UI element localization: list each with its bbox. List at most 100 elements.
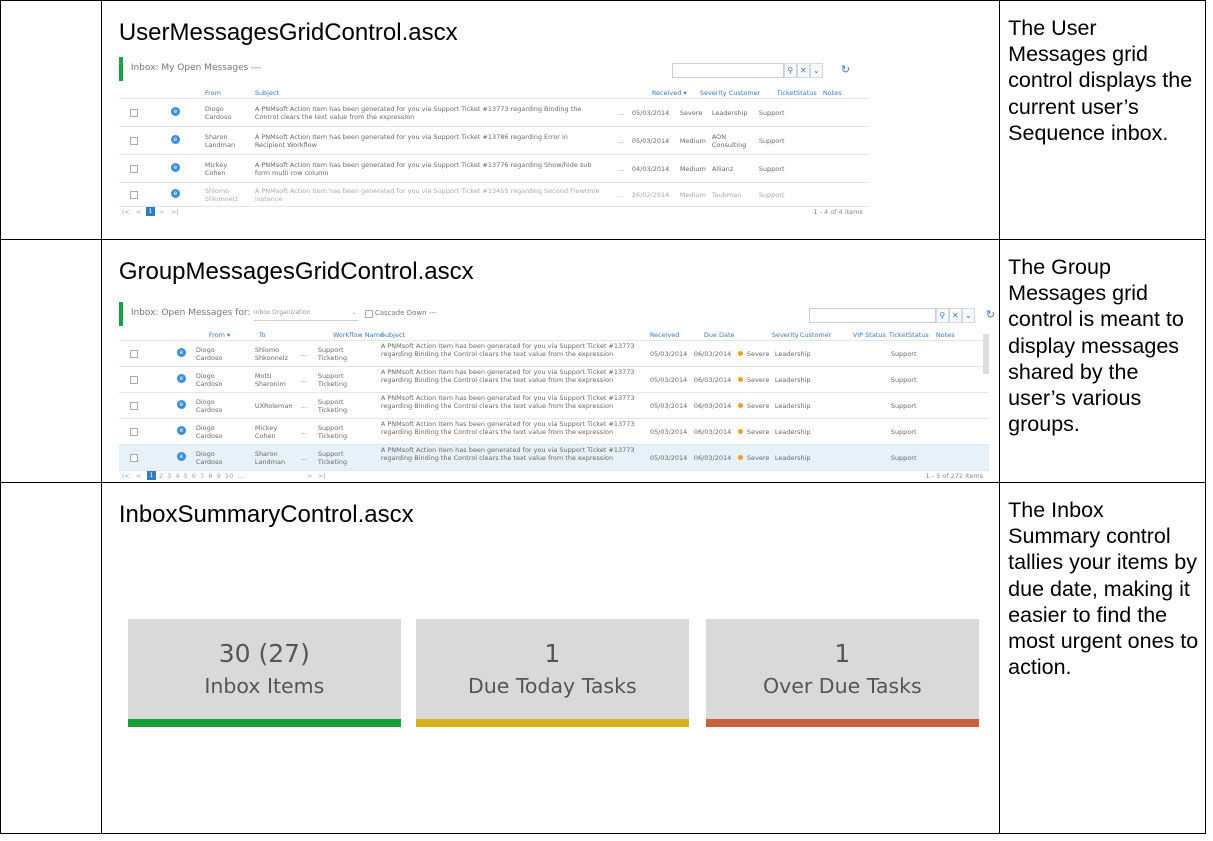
col-notes[interactable]: Notes	[936, 331, 955, 339]
tile-label: Over Due Tasks	[762, 674, 922, 698]
search-icon[interactable]: ⚲	[935, 308, 949, 323]
control-title-group-messages: GroupMessagesGridControl.ascx	[118, 258, 474, 285]
due-indicator-icon	[737, 455, 743, 460]
next-page-icon[interactable]: >	[307, 472, 312, 480]
message-icon: e	[176, 400, 186, 409]
group-messages-grid-screenshot: Inbox: Open Messages for: Inbox Organiza…	[118, 302, 995, 471]
message-icon: e	[170, 107, 180, 116]
row-checkbox[interactable]	[129, 165, 138, 173]
tile-value: 1	[834, 639, 851, 668]
cascade-checkbox[interactable]	[364, 310, 373, 318]
organization-select[interactable]: Inbox Organization ⌄	[253, 309, 359, 321]
col-customer[interactable]: Customer	[729, 89, 761, 97]
pager: |< < 1 > >| 1 - 4 of 4 items	[118, 206, 869, 216]
row-description: The User Messages grid control displays …	[1008, 16, 1193, 145]
pager-count: 1 - 5 of 272 items	[925, 472, 984, 480]
page-1[interactable]: 1	[145, 207, 155, 216]
col-ticket-status[interactable]: TicketStatus	[777, 89, 817, 97]
tile-accent-bar	[705, 719, 979, 727]
message-icon: e	[170, 189, 180, 198]
search-input[interactable]	[671, 63, 784, 78]
table-row-selected[interactable]: e Diogo Cardoso Sharon Landman ... Suppo…	[118, 444, 989, 471]
summary-tile-over-due[interactable]: 1 Over Due Tasks	[705, 619, 979, 727]
col-to[interactable]: To	[259, 331, 266, 339]
control-title-inbox-summary: InboxSummaryControl.ascx	[118, 501, 414, 528]
table-row[interactable]: e Mickey Cohen A PNMsoft Action Item has…	[118, 154, 869, 183]
message-icon: e	[170, 163, 180, 172]
last-page-icon[interactable]: >|	[171, 208, 179, 216]
col-notes[interactable]: Notes	[823, 89, 842, 97]
col-from[interactable]: From	[205, 89, 221, 97]
message-icon: e	[170, 135, 180, 144]
pager: |< < 1 2 3 4 5 6 7 8 9 10 ... > >| 1 - 5…	[118, 470, 990, 481]
clear-icon[interactable]: ✕	[796, 63, 810, 78]
first-page-icon[interactable]: |<	[122, 208, 130, 216]
tile-label: Due Today Tasks	[467, 674, 637, 698]
refresh-icon[interactable]: ↻	[841, 63, 850, 76]
col-customer[interactable]: Customer	[800, 331, 832, 339]
prev-page-icon[interactable]: <	[136, 208, 141, 216]
tile-label: Inbox Items	[204, 674, 325, 698]
row-checkbox[interactable]	[129, 109, 138, 117]
table-row[interactable]: e Diogo Cardoso Motti Sharonim ... Suppo…	[118, 366, 989, 393]
col-received[interactable]: Received	[650, 331, 680, 339]
table-row[interactable]: e Shlomo Shkonnelz A PNMsoft Action Item…	[118, 182, 869, 207]
next-page-icon[interactable]: >	[159, 208, 164, 216]
chevron-down-icon[interactable]: ⌄	[809, 63, 823, 78]
col-workflow[interactable]: Workflow Name	[333, 331, 384, 339]
chevron-down-icon: ⌄	[351, 309, 357, 316]
grid-header: Inbox: Open Messages for:	[130, 308, 251, 318]
table-row[interactable]: e Diogo Cardoso Shlomo Shkonnelz ... Sup…	[118, 340, 989, 367]
scrollbar[interactable]	[982, 334, 989, 374]
table-row[interactable]: e Sharon Landman A PNMsoft Action Item h…	[118, 126, 869, 155]
summary-tile-inbox-items[interactable]: 30 (27) Inbox Items	[127, 619, 401, 727]
due-indicator-icon	[737, 351, 743, 356]
col-severity[interactable]: Severity	[700, 89, 727, 97]
page-links[interactable]: 2 3 4 5 6 7 8 9 10 ...	[159, 472, 244, 480]
first-page-icon[interactable]: |<	[122, 472, 130, 480]
table-row[interactable]: e Diogo Cardoso UXRoleman ... Support Ti…	[118, 392, 989, 419]
tile-accent-bar	[127, 719, 401, 727]
col-due[interactable]: Due Date	[704, 331, 735, 339]
clear-icon[interactable]: ✕	[948, 308, 962, 323]
row-description: The Group Messages grid control is meant…	[1008, 255, 1184, 437]
message-icon: e	[176, 452, 186, 461]
refresh-icon[interactable]: ↻	[986, 308, 995, 321]
row-checkbox[interactable]	[129, 402, 138, 410]
message-icon: e	[176, 426, 186, 435]
row-checkbox[interactable]	[129, 191, 138, 199]
last-page-icon[interactable]: >|	[318, 472, 326, 480]
col-subject[interactable]: Subject	[381, 331, 405, 339]
grid-header: Inbox: My Open Messages ---	[130, 63, 261, 73]
cascade-label: Cascade Down ---	[374, 309, 437, 317]
tile-value: 30 (27)	[218, 639, 310, 668]
control-title-user-messages: UserMessagesGridControl.ascx	[118, 19, 458, 46]
col-subject[interactable]: Subject	[255, 89, 279, 97]
due-indicator-icon	[737, 403, 743, 408]
col-vip[interactable]: VIP Status	[853, 331, 886, 339]
user-messages-grid-screenshot: Inbox: My Open Messages --- ⚲ ✕ ⌄ ↻ From…	[118, 57, 869, 216]
due-indicator-icon	[737, 429, 743, 434]
pager-count: 1 - 4 of 4 items	[813, 208, 863, 216]
summary-tile-due-today[interactable]: 1 Due Today Tasks	[415, 619, 689, 727]
col-received[interactable]: Received ▾	[652, 89, 687, 97]
row-checkbox[interactable]	[129, 454, 138, 462]
due-indicator-icon	[737, 377, 743, 382]
row-checkbox[interactable]	[129, 376, 138, 384]
col-ticket-status[interactable]: TicketStatus	[889, 331, 929, 339]
prev-page-icon[interactable]: <	[136, 472, 141, 480]
row-checkbox[interactable]	[129, 428, 138, 436]
row-checkbox[interactable]	[129, 137, 138, 145]
message-icon: e	[176, 374, 186, 383]
table-row[interactable]: e Diogo Cardoso A PNMsoft Action Item ha…	[118, 98, 869, 127]
table-row[interactable]: e Diogo Cardoso Mickey Cohen ... Support…	[118, 418, 989, 445]
search-icon[interactable]: ⚲	[783, 63, 797, 78]
row-description: The Inbox Summary control tallies your i…	[1008, 498, 1199, 680]
message-icon: e	[176, 348, 186, 357]
col-from[interactable]: From ▾	[209, 331, 230, 339]
col-severity[interactable]: Severity	[772, 331, 799, 339]
row-checkbox[interactable]	[129, 350, 138, 358]
chevron-down-icon[interactable]: ⌄	[961, 308, 975, 323]
search-input[interactable]	[808, 308, 936, 323]
page-1[interactable]: 1	[146, 471, 156, 480]
